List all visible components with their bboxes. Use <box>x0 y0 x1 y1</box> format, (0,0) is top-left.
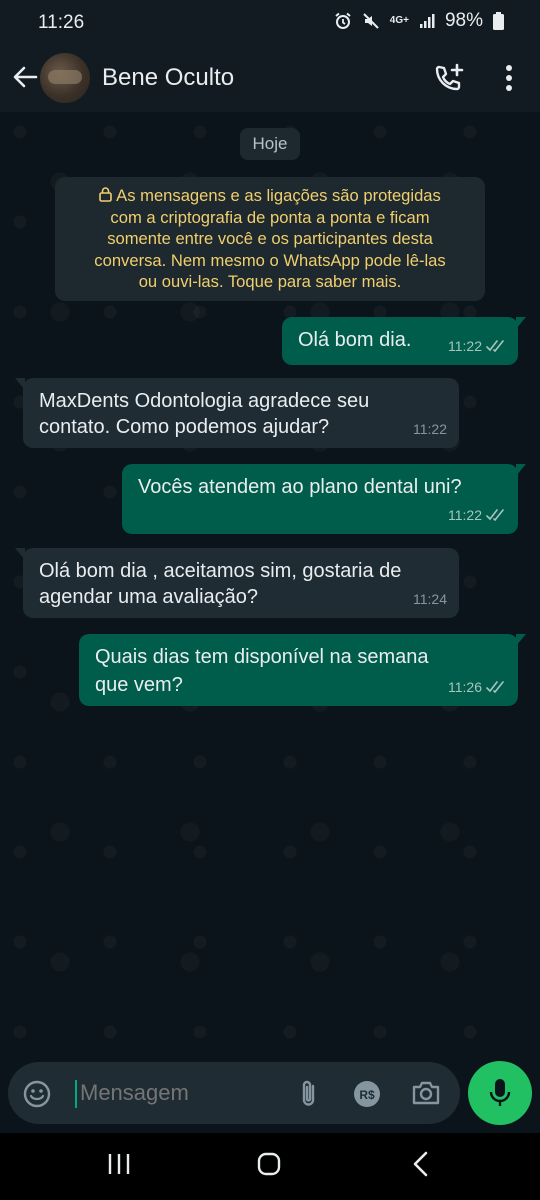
message-meta: 11:24 <box>413 586 447 612</box>
message-text: Olá bom dia , aceitamos sim, gostaria de <box>39 560 402 582</box>
message-text: Vocês atendem ao plano dental uni? <box>138 476 462 498</box>
encryption-notice-line: As mensagens e as ligações são protegida… <box>61 185 479 207</box>
system-navigation-bar <box>0 1133 540 1200</box>
message-meta: 11:22 <box>448 333 506 359</box>
read-receipt-icon <box>486 509 504 521</box>
emoji-icon[interactable] <box>22 1079 52 1109</box>
message-text: agendar uma avaliação? <box>39 586 259 608</box>
message-text: que vem? <box>95 674 183 696</box>
mic-button[interactable] <box>468 1061 532 1125</box>
alarm-icon <box>335 12 351 29</box>
date-chip: Hoje <box>240 128 300 160</box>
back-nav-icon[interactable] <box>408 1151 434 1177</box>
avatar[interactable] <box>40 53 90 103</box>
contact-name[interactable]: Bene Oculto <box>102 64 234 92</box>
signal-icon <box>419 14 435 28</box>
message-bubble-outgoing[interactable]: Olá bom dia. 11:22 <box>282 317 526 365</box>
attach-icon[interactable] <box>296 1078 322 1110</box>
payment-badge-text: R$ <box>359 1088 375 1102</box>
camera-icon[interactable] <box>411 1079 441 1107</box>
mute-icon <box>363 13 379 29</box>
mic-icon <box>489 1079 511 1106</box>
lock-icon <box>99 187 112 202</box>
message-text: contato. Como podemos ajudar? <box>39 416 330 438</box>
message-input[interactable] <box>78 1079 262 1107</box>
message-bubble-incoming[interactable]: MaxDents Odontologia agradece seu contat… <box>15 378 459 448</box>
encryption-notice-line: conversa. Nem mesmo o WhatsApp pode lê-l… <box>94 250 446 270</box>
message-text: Quais dias tem disponível na semana <box>95 646 429 668</box>
message-bubble-outgoing[interactable]: Quais dias tem disponível na semana que … <box>79 634 526 706</box>
read-receipt-icon <box>486 681 504 693</box>
chat-header: Bene Oculto <box>0 46 540 112</box>
encryption-notice-line: somente entre você e os participantes de… <box>107 229 433 248</box>
message-bubble-outgoing[interactable]: Vocês atendem ao plano dental uni? 11:22 <box>122 464 526 534</box>
message-time: 11:22 <box>448 338 482 354</box>
message-time: 11:24 <box>413 591 447 607</box>
message-composer: R$ <box>8 1062 460 1124</box>
message-time: 11:22 <box>413 421 447 437</box>
encryption-notice[interactable]: As mensagens e as ligações são protegida… <box>55 177 485 301</box>
message-meta: 11:26 <box>448 674 506 700</box>
back-arrow-icon[interactable] <box>10 62 40 92</box>
read-receipt-icon <box>486 340 504 352</box>
recent-apps-icon[interactable] <box>106 1151 132 1177</box>
battery-icon <box>493 12 504 30</box>
text-cursor <box>75 1080 77 1108</box>
payment-icon[interactable]: R$ <box>352 1079 382 1109</box>
status-icons: 4G+ 98% <box>334 10 504 32</box>
status-bar: 11:26 4G+ 98% <box>0 0 540 46</box>
encryption-notice-line: com a criptografia de ponta a ponta e fi… <box>110 207 430 227</box>
battery-percent: 98% <box>444 10 483 31</box>
message-text: Olá bom dia. <box>298 329 412 351</box>
more-options-icon[interactable] <box>497 62 521 94</box>
message-meta: 11:22 <box>413 416 447 442</box>
network-4g-icon: 4G+ <box>389 15 409 26</box>
message-time: 11:22 <box>448 507 482 523</box>
add-call-icon[interactable] <box>433 62 465 94</box>
message-bubble-incoming[interactable]: Olá bom dia , aceitamos sim, gostaria de… <box>15 548 459 618</box>
encryption-notice-line: ou ouvi-las. Toque para saber mais. <box>138 272 402 291</box>
message-text: MaxDents Odontologia agradece seu <box>39 390 370 412</box>
message-meta: 11:22 <box>448 502 506 528</box>
message-time: 11:26 <box>448 679 482 695</box>
status-time: 11:26 <box>38 12 85 33</box>
home-icon[interactable] <box>256 1151 282 1177</box>
